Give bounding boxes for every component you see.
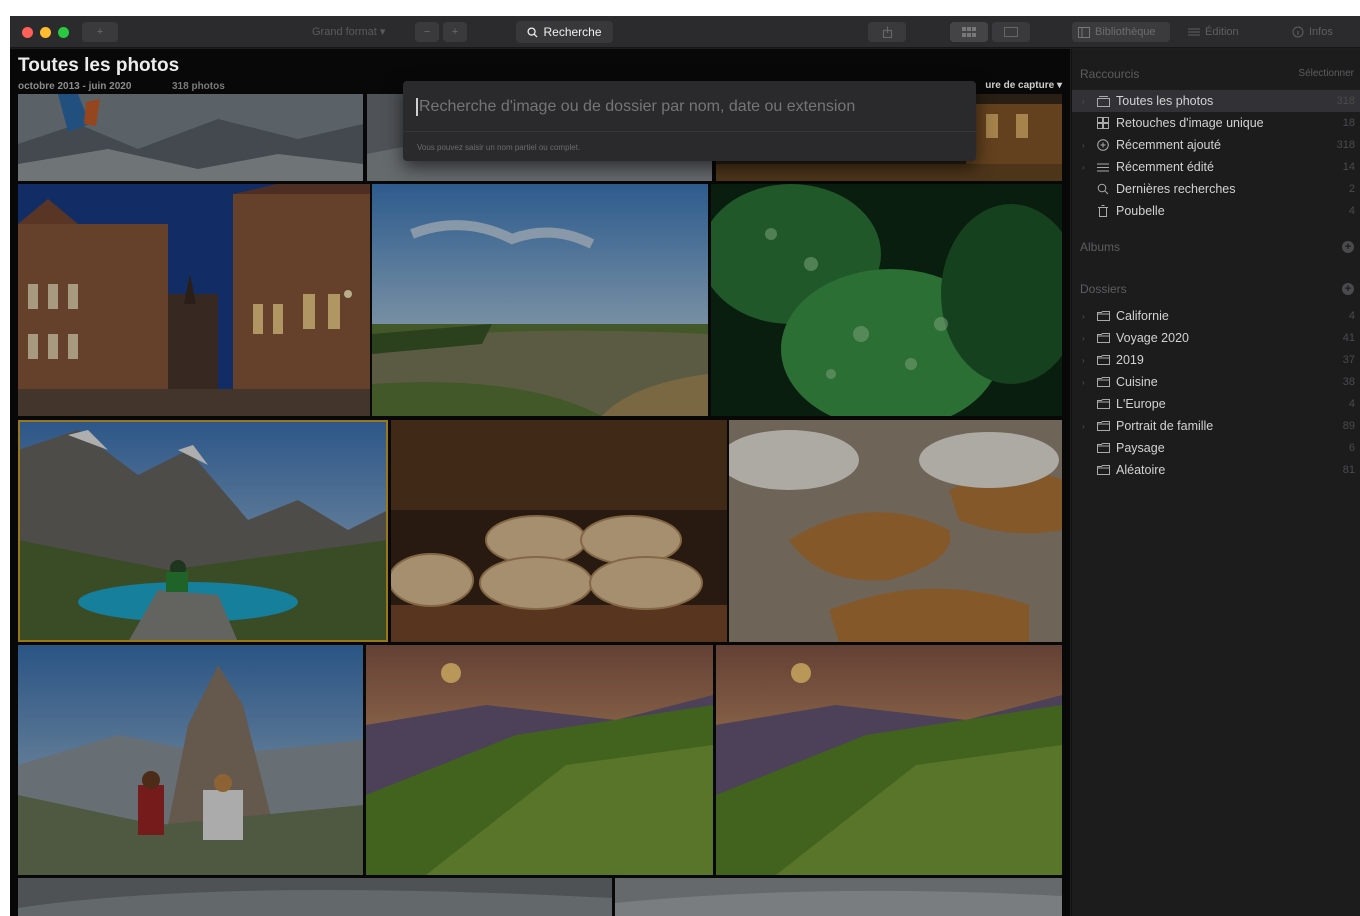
photo-thumbnail[interactable] bbox=[18, 645, 363, 875]
folder-item-paysage[interactable]: Paysage 6 bbox=[1072, 437, 1360, 459]
grid-icon bbox=[1096, 116, 1110, 130]
photo-thumbnail[interactable] bbox=[366, 645, 713, 875]
library-icon bbox=[1078, 26, 1090, 38]
sidebar: Raccourcis Sélectionner › Toutes les pho… bbox=[1071, 49, 1360, 916]
photo-thumbnail[interactable] bbox=[711, 184, 1062, 416]
sort-dropdown[interactable]: ure de capture ▾ bbox=[985, 80, 1062, 91]
folder-item-voyage-2020[interactable]: › Voyage 2020 41 bbox=[1072, 327, 1360, 349]
info-icon bbox=[1292, 26, 1304, 38]
search-icon bbox=[1096, 182, 1110, 196]
albums-section-title: Albums bbox=[1080, 240, 1121, 254]
zoom-out-button[interactable]: − bbox=[415, 22, 439, 42]
single-view-button[interactable] bbox=[992, 22, 1030, 42]
photo-thumbnail[interactable] bbox=[18, 878, 612, 916]
chevron-right-icon[interactable]: › bbox=[1082, 97, 1085, 106]
folder-icon bbox=[1096, 309, 1110, 323]
photo-thumbnail[interactable] bbox=[729, 420, 1062, 642]
chevron-right-icon[interactable]: › bbox=[1082, 378, 1085, 387]
sliders-icon bbox=[1188, 28, 1200, 36]
page-title: Toutes les photos bbox=[18, 55, 180, 76]
share-icon bbox=[882, 26, 892, 38]
folder-icon bbox=[1096, 397, 1110, 411]
folder-item-cuisine[interactable]: › Cuisine 38 bbox=[1072, 371, 1360, 393]
shortcuts-section-title: Raccourcis bbox=[1080, 67, 1140, 81]
app-window: + Grand format ▾ − + Recherche Bibliothè… bbox=[10, 16, 1360, 916]
select-button[interactable]: Sélectionner bbox=[1298, 68, 1354, 79]
folder-item-aleatoire[interactable]: Aléatoire 81 bbox=[1072, 459, 1360, 481]
zoom-in-button[interactable]: + bbox=[443, 22, 467, 42]
minimize-window-button[interactable] bbox=[40, 27, 51, 38]
photo-grid-area: Toutes les photos octobre 2013 - juin 20… bbox=[10, 49, 1070, 916]
search-popover: Vous pouvez saisir un nom partiel ou com… bbox=[403, 81, 976, 161]
plus-icon: + bbox=[451, 26, 459, 38]
folder-icon bbox=[1096, 419, 1110, 433]
folder-item-portrait-de-famille[interactable]: › Portrait de famille 89 bbox=[1072, 415, 1360, 437]
sidebar-item-dernieres-recherches[interactable]: Dernières recherches 2 bbox=[1072, 178, 1360, 200]
folder-item-californie[interactable]: › Californie 4 bbox=[1072, 305, 1360, 327]
minus-icon: − bbox=[423, 26, 431, 38]
single-image-icon bbox=[1004, 27, 1018, 37]
toolbar: + Grand format ▾ − + Recherche Bibliothè… bbox=[10, 16, 1360, 48]
add-button[interactable]: + bbox=[82, 22, 118, 42]
sidebar-item-recemment-ajoute[interactable]: › Récemment ajouté 318 bbox=[1072, 134, 1360, 156]
clock-plus-icon bbox=[1096, 138, 1110, 152]
search-input[interactable] bbox=[413, 93, 963, 121]
add-folder-button[interactable]: + bbox=[1342, 283, 1354, 295]
sidebar-item-poubelle[interactable]: Poubelle 4 bbox=[1072, 200, 1360, 222]
sidebar-item-recemment-edite[interactable]: › Récemment édité 14 bbox=[1072, 156, 1360, 178]
folder-icon bbox=[1096, 375, 1110, 389]
photo-thumbnail[interactable] bbox=[716, 645, 1062, 875]
photo-thumbnail[interactable] bbox=[18, 184, 370, 416]
folder-icon bbox=[1096, 331, 1110, 345]
photo-count: 318 photos bbox=[172, 81, 225, 92]
folders-section-title: Dossiers bbox=[1080, 282, 1127, 296]
folder-icon bbox=[1096, 441, 1110, 455]
grid-icon bbox=[962, 27, 976, 37]
chevron-right-icon[interactable]: › bbox=[1082, 334, 1085, 343]
chevron-right-icon[interactable]: › bbox=[1082, 422, 1085, 431]
chevron-right-icon[interactable]: › bbox=[1082, 312, 1085, 321]
search-icon bbox=[527, 26, 539, 38]
photo-thumbnail[interactable] bbox=[18, 94, 363, 181]
text-cursor bbox=[416, 98, 418, 116]
grid-view-button[interactable] bbox=[950, 22, 988, 42]
divider bbox=[403, 131, 976, 132]
view-mode-select[interactable]: Grand format ▾ bbox=[312, 25, 385, 38]
search-hint: Vous pouvez saisir un nom partiel ou com… bbox=[417, 143, 581, 152]
sliders-icon bbox=[1096, 160, 1110, 174]
tab-bibliotheque[interactable]: Bibliothèque bbox=[1072, 22, 1170, 42]
sidebar-item-retouches[interactable]: Retouches d'image unique 18 bbox=[1072, 112, 1360, 134]
search-button-label: Recherche bbox=[543, 25, 602, 39]
zoom-window-button[interactable] bbox=[58, 27, 69, 38]
photos-icon bbox=[1096, 94, 1110, 108]
folder-item-2019[interactable]: › 2019 37 bbox=[1072, 349, 1360, 371]
photo-thumbnail[interactable] bbox=[391, 420, 727, 642]
plus-icon: + bbox=[96, 26, 104, 38]
add-album-button[interactable]: + bbox=[1342, 241, 1354, 253]
folder-icon bbox=[1096, 353, 1110, 367]
photo-thumbnail[interactable] bbox=[372, 184, 708, 416]
trash-icon bbox=[1096, 204, 1110, 218]
chevron-right-icon[interactable]: › bbox=[1082, 163, 1085, 172]
close-window-button[interactable] bbox=[22, 27, 33, 38]
date-range: octobre 2013 - juin 2020 bbox=[18, 81, 132, 92]
photo-thumbnail-selected[interactable] bbox=[18, 420, 388, 642]
chevron-right-icon[interactable]: › bbox=[1082, 356, 1085, 365]
tab-infos[interactable]: Infos bbox=[1286, 22, 1354, 42]
sidebar-item-toutes-les-photos[interactable]: › Toutes les photos 318 bbox=[1072, 90, 1360, 112]
folder-item-leurope[interactable]: L'Europe 4 bbox=[1072, 393, 1360, 415]
share-button[interactable] bbox=[868, 22, 906, 42]
chevron-right-icon[interactable]: › bbox=[1082, 141, 1085, 150]
photo-thumbnail[interactable] bbox=[615, 878, 1062, 916]
search-button[interactable]: Recherche bbox=[516, 21, 613, 43]
folder-icon bbox=[1096, 463, 1110, 477]
tab-edition[interactable]: Édition bbox=[1182, 22, 1262, 42]
